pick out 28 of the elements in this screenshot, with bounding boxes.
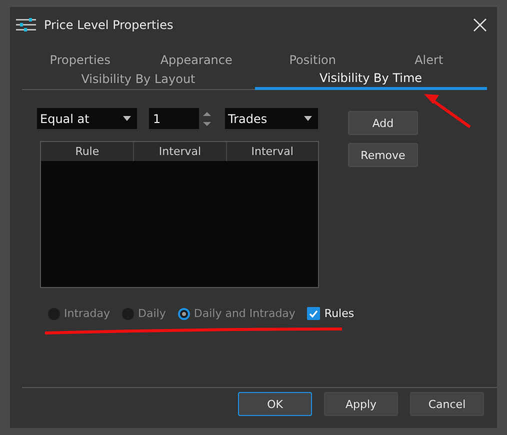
option-label: Intraday (64, 307, 110, 320)
count-field[interactable]: 1 (149, 108, 199, 129)
column-header: Interval (133, 142, 226, 161)
unit-dropdown[interactable]: Trades (225, 108, 318, 129)
dialog-button[interactable]: OK (238, 392, 312, 416)
condition-dropdown[interactable]: Equal at (37, 108, 137, 129)
arrow-annotation (424, 94, 471, 128)
option-label: Rules (324, 307, 354, 320)
close-icon[interactable] (473, 18, 487, 32)
tab[interactable]: Properties (22, 51, 138, 69)
action-button[interactable]: Remove (348, 143, 418, 167)
caret-icon (304, 116, 312, 121)
tab[interactable]: Visibility By Time (254, 69, 487, 90)
sliders-icon (16, 18, 36, 32)
window-title: Price Level Properties (44, 18, 174, 32)
tab[interactable]: Alert (370, 51, 487, 69)
checkbox[interactable] (307, 307, 320, 320)
option-label: Daily (138, 307, 166, 320)
column-header: Interval (226, 142, 318, 161)
option-label: Daily and Intraday (194, 307, 296, 320)
dialog-button[interactable]: Apply (324, 392, 398, 416)
action-button[interactable]: Add (348, 111, 418, 135)
column-header: Rule (74, 144, 100, 160)
tab[interactable]: Appearance (138, 51, 254, 69)
dialog-button[interactable]: Cancel (410, 392, 484, 416)
tab[interactable]: Position (254, 51, 371, 69)
tab[interactable]: Visibility By Layout (22, 69, 254, 89)
caret-icon (123, 116, 131, 121)
